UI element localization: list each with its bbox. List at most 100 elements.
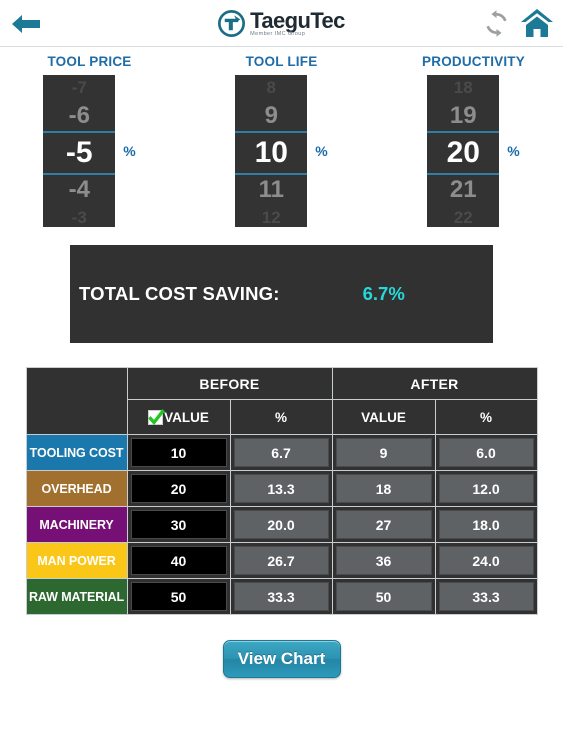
row-label-overhead: OVERHEAD [25, 470, 128, 507]
cost-breakdown-table: BEFORE AFTER VALUE % VALUE % TOOLING COS… [25, 367, 538, 615]
row-label-raw-material: RAW MATERIAL [25, 578, 128, 615]
refresh-icon[interactable] [482, 9, 511, 38]
value-after-pct: 18.0 [438, 510, 534, 539]
table-row: RAW MATERIAL 50 33.3 50 33.3 [25, 578, 538, 615]
row-label-machinery: MACHINERY [25, 506, 128, 543]
picker-option-selected[interactable]: 20 [427, 133, 499, 173]
picker-unit-productivity: % [507, 143, 520, 159]
input-before-value[interactable]: 30 [130, 510, 227, 539]
cell-after-pct: 33.3 [434, 578, 538, 615]
picker-option-near-below[interactable]: -4 [43, 175, 115, 205]
total-cost-saving-banner: TOTAL COST SAVING: 6.7% [70, 245, 493, 343]
cell-after-value: 36 [331, 542, 436, 579]
picker-option-selected[interactable]: 10 [235, 133, 307, 173]
cell-after-pct: 6.0 [434, 434, 538, 471]
value-after-pct: 12.0 [438, 474, 534, 503]
total-cost-saving-value: 6.7% [362, 283, 405, 304]
value-before-pct: 33.3 [233, 582, 329, 611]
picker-label-tool-price: TOOL PRICE [47, 54, 132, 69]
value-after-pct: 33.3 [438, 582, 534, 611]
home-icon[interactable] [520, 8, 554, 38]
picker-productivity[interactable]: 18 19 20 21 22 [427, 75, 500, 227]
picker-unit-tool-price: % [123, 143, 136, 159]
picker-group-tool-life: TOOL LIFE 8 9 10 11 12 % [218, 54, 346, 227]
table-subheader-before-value-label: VALUE [164, 409, 209, 425]
input-before-value[interactable]: 10 [130, 438, 227, 467]
picker-option-far-below[interactable]: -3 [43, 205, 115, 227]
picker-option-far-above[interactable]: 18 [427, 75, 499, 101]
value-after-value: 50 [335, 582, 432, 611]
table-corner-cell [25, 367, 128, 435]
picker-option-near-above[interactable]: 19 [427, 101, 499, 131]
input-before-value[interactable]: 50 [130, 582, 227, 611]
cell-after-value: 27 [331, 506, 436, 543]
cell-after-pct: 12.0 [434, 470, 538, 507]
value-before-pct: 6.7 [233, 438, 329, 467]
cell-after-pct: 24.0 [434, 542, 538, 579]
brand-logo: TaeguTec Member IMC Group [0, 9, 563, 38]
cell-before-value[interactable]: 10 [126, 434, 231, 471]
value-after-pct: 24.0 [438, 546, 534, 575]
cell-after-value: 50 [331, 578, 436, 615]
picker-group-productivity: PRODUCTIVITY 18 19 20 21 22 % [410, 54, 538, 227]
picker-option-selected[interactable]: -5 [43, 133, 115, 173]
value-after-value: 36 [335, 546, 432, 575]
value-after-value: 27 [335, 510, 432, 539]
cell-before-value[interactable]: 40 [126, 542, 231, 579]
taegutec-mark-icon [218, 10, 246, 37]
cell-before-pct: 33.3 [229, 578, 333, 615]
top-bar-actions [482, 8, 554, 38]
picker-option-far-below[interactable]: 22 [427, 205, 499, 227]
brand-name: TaeguTec [250, 8, 345, 33]
picker-option-near-below[interactable]: 21 [427, 175, 499, 205]
table-row: TOOLING COST 10 6.7 9 6.0 [25, 434, 538, 471]
table-row: MAN POWER 40 26.7 36 24.0 [25, 542, 538, 579]
cell-before-pct: 20.0 [229, 506, 333, 543]
picker-option-near-below[interactable]: 11 [235, 175, 307, 205]
picker-option-near-above[interactable]: 9 [235, 101, 307, 131]
picker-option-far-above[interactable]: -7 [43, 75, 115, 101]
top-bar: TaeguTec Member IMC Group [0, 0, 563, 47]
picker-tool-price[interactable]: -7 -6 -5 -4 -3 [43, 75, 116, 227]
row-label-tooling-cost: TOOLING COST [25, 434, 128, 471]
cell-before-value[interactable]: 30 [126, 506, 231, 543]
total-cost-saving-label: TOTAL COST SAVING: [79, 283, 280, 304]
cell-after-pct: 18.0 [434, 506, 538, 543]
cell-after-value: 9 [331, 434, 436, 471]
table-subheader-before-pct: % [229, 399, 333, 435]
table-row: MACHINERY 30 20.0 27 18.0 [25, 506, 538, 543]
view-chart-button[interactable]: View Chart [222, 640, 341, 678]
picker-option-near-above[interactable]: -6 [43, 101, 115, 131]
input-before-value[interactable]: 40 [130, 546, 227, 575]
value-before-pct: 26.7 [233, 546, 329, 575]
before-value-checkbox[interactable] [148, 408, 165, 425]
brand-subtitle: Member IMC Group [250, 31, 306, 37]
table-row: OVERHEAD 20 13.3 18 12.0 [25, 470, 538, 507]
picker-tool-life[interactable]: 8 9 10 11 12 [235, 75, 308, 227]
picker-row: TOOL PRICE -7 -6 -5 -4 -3 % TOOL LIFE 8 … [0, 54, 563, 227]
check-icon [148, 408, 165, 425]
picker-option-far-above[interactable]: 8 [235, 75, 307, 101]
row-label-man-power: MAN POWER [25, 542, 128, 579]
footer-actions: View Chart [0, 640, 563, 678]
cell-before-pct: 13.3 [229, 470, 333, 507]
value-before-pct: 20.0 [233, 510, 329, 539]
cell-before-pct: 26.7 [229, 542, 333, 579]
picker-label-productivity: PRODUCTIVITY [422, 54, 525, 69]
input-before-value[interactable]: 20 [130, 474, 227, 503]
picker-unit-tool-life: % [315, 143, 328, 159]
cell-before-value[interactable]: 20 [126, 470, 231, 507]
table-subheader-before-value: VALUE [126, 399, 231, 435]
value-after-value: 9 [335, 438, 432, 467]
table-group-header-after: AFTER [331, 367, 538, 400]
cell-before-pct: 6.7 [229, 434, 333, 471]
table-header-group-row: BEFORE AFTER [25, 367, 538, 435]
value-after-pct: 6.0 [438, 438, 534, 467]
cell-before-value[interactable]: 50 [126, 578, 231, 615]
cell-after-value: 18 [331, 470, 436, 507]
table-subheader-after-value: VALUE [331, 399, 436, 435]
value-after-value: 18 [335, 474, 432, 503]
picker-option-far-below[interactable]: 12 [235, 205, 307, 227]
table-subheader-after-pct: % [434, 399, 538, 435]
picker-group-tool-price: TOOL PRICE -7 -6 -5 -4 -3 % [26, 54, 154, 227]
